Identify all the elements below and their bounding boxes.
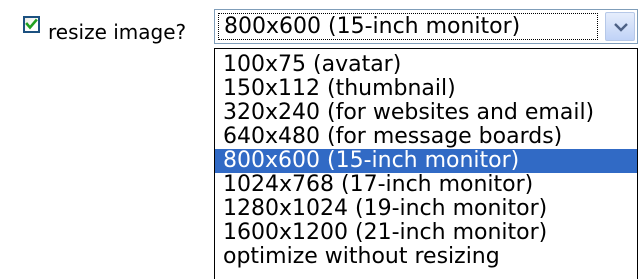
image-size-select[interactable]: 800x600 (15-inch monitor) bbox=[214, 9, 638, 44]
option-320x240[interactable]: 320x240 (for websites and email) bbox=[215, 101, 637, 125]
option-640x480[interactable]: 640x480 (for message boards) bbox=[215, 125, 637, 149]
dropdown-button[interactable] bbox=[605, 12, 635, 41]
image-size-select-value: 800x600 (15-inch monitor) bbox=[218, 13, 598, 40]
chevron-down-icon bbox=[614, 23, 628, 32]
resize-image-checkbox[interactable] bbox=[23, 16, 40, 33]
resize-image-label: resize image? bbox=[48, 20, 187, 44]
option-1024x768[interactable]: 1024x768 (17-inch monitor) bbox=[215, 173, 637, 197]
image-size-options-list: 100x75 (avatar) 150x112 (thumbnail) 320x… bbox=[214, 48, 638, 279]
option-1600x1200[interactable]: 1600x1200 (21-inch monitor) bbox=[215, 221, 637, 245]
checkmark-icon bbox=[25, 18, 38, 30]
option-150x112[interactable]: 150x112 (thumbnail) bbox=[215, 77, 637, 101]
option-100x75[interactable]: 100x75 (avatar) bbox=[215, 53, 637, 77]
option-1280x1024[interactable]: 1280x1024 (19-inch monitor) bbox=[215, 197, 637, 221]
option-optimize-without-resizing[interactable]: optimize without resizing bbox=[215, 245, 637, 269]
option-800x600[interactable]: 800x600 (15-inch monitor) bbox=[215, 149, 637, 173]
